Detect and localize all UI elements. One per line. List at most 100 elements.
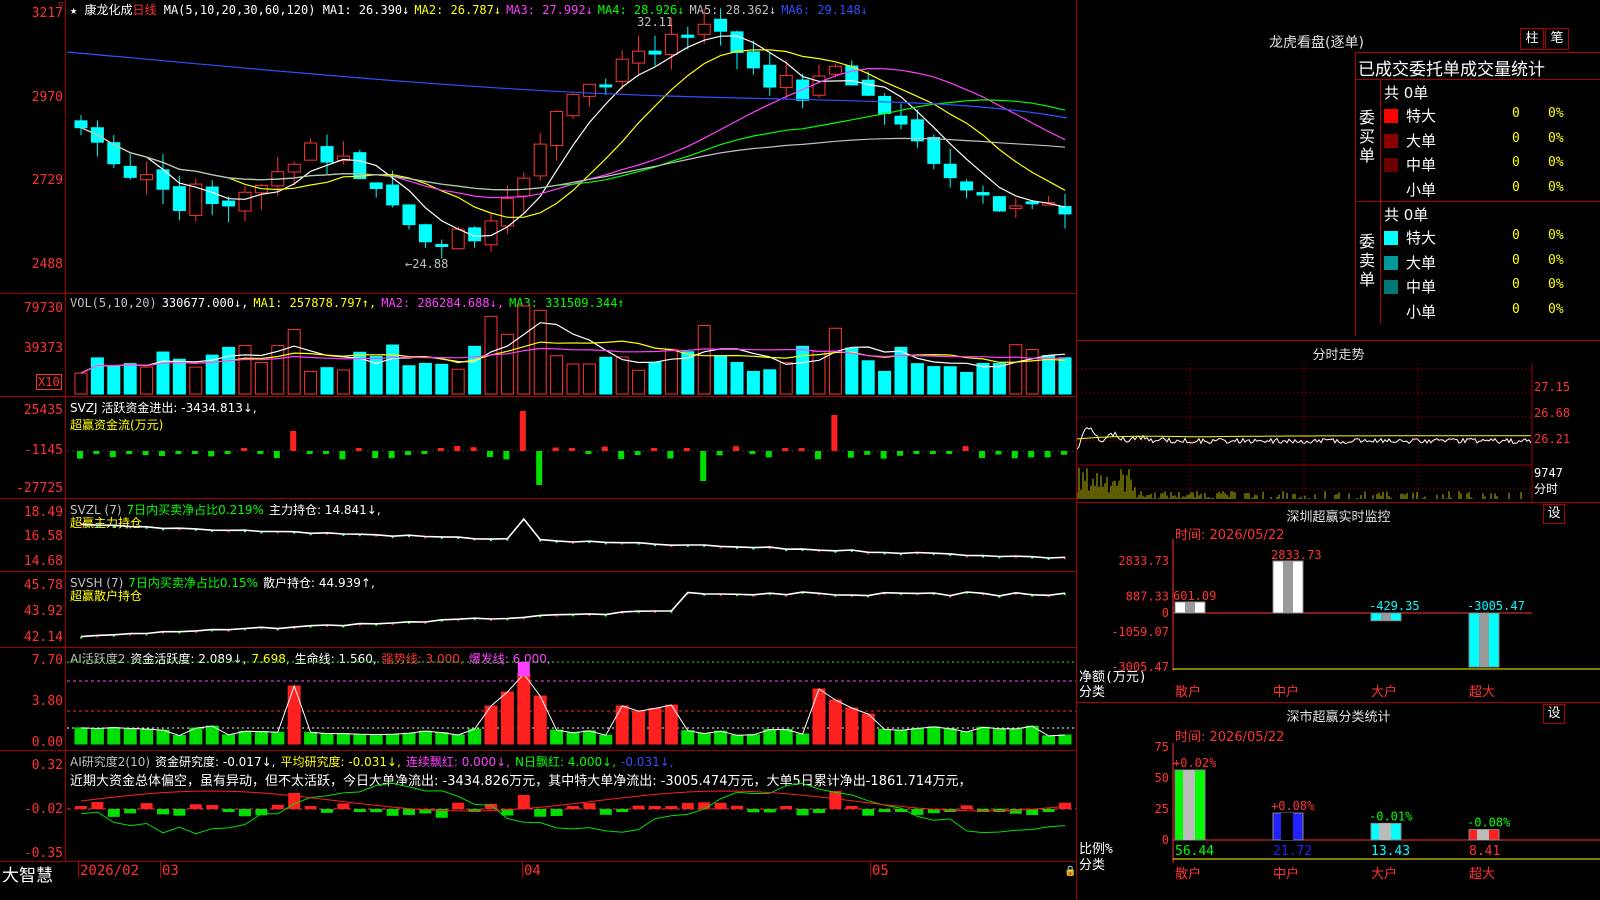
svzl-panel[interactable]: 18.49 16.58 14.68 SVZL (7) 7日内买卖净占比0.219%… bbox=[0, 499, 1076, 572]
buy-row: 大单 0 0% bbox=[1382, 129, 1600, 153]
monitor-bar-shade bbox=[1185, 601, 1195, 613]
research-bar bbox=[255, 809, 268, 816]
activity-bar bbox=[1058, 734, 1072, 745]
svzj-panel[interactable]: 25435 -1145 -27725 SVZJ 活跃资金进出: -3434.81… bbox=[0, 397, 1076, 499]
ai-activity-chart[interactable] bbox=[67, 648, 1076, 751]
candlestick-chart[interactable]: 32.11 ←24.88 bbox=[67, 0, 1076, 294]
color-swatch bbox=[1384, 255, 1398, 270]
svsh-tick: 45.78 bbox=[23, 578, 63, 593]
sell-total: 共 0单 bbox=[1384, 206, 1429, 224]
sell-row-count: 0 bbox=[1512, 277, 1520, 292]
class-category: 大户 bbox=[1371, 866, 1397, 882]
research-bar bbox=[681, 802, 694, 809]
ai-research-chart[interactable] bbox=[67, 751, 1076, 862]
class-category: 超大 bbox=[1469, 867, 1495, 882]
class-category: 散户 bbox=[1175, 866, 1201, 882]
color-swatch bbox=[1384, 183, 1398, 197]
candle-body bbox=[500, 197, 514, 227]
volume-bar bbox=[336, 369, 350, 395]
ai-activity-panel[interactable]: 7.70 3.80 0.00 AI活跃度2 资金活跃度: 2.089↓, 7.698… bbox=[0, 648, 1076, 751]
brand-logo[interactable]: 大智慧 bbox=[2, 861, 53, 886]
monitor-section[interactable]: 深圳超赢实时监控 设 时间: 2026/05/22 2833.73 887.33 0… bbox=[1077, 502, 1600, 702]
buy-side: 委买单 共 0单 特大 0 0% 大单 0 0% 中单 0 0% 小单 0 0% bbox=[1356, 80, 1600, 202]
activity-bar bbox=[615, 705, 629, 745]
order-title: 已成交委托单成交量统计 bbox=[1358, 60, 1545, 80]
monitor-category-label: 分类 bbox=[1079, 685, 1105, 700]
intraday-chart[interactable]: 27.15 26.68 26.21 9747 分时 bbox=[1077, 363, 1600, 503]
buy-row: 特大 0 0% bbox=[1382, 104, 1600, 128]
fund-flow-bar bbox=[716, 451, 723, 456]
pen-view-button[interactable]: 笔 bbox=[1545, 28, 1569, 50]
buy-row: 中单 0 0% bbox=[1382, 153, 1600, 177]
bar-view-button[interactable]: 柱 bbox=[1520, 28, 1544, 50]
fund-flow-bar bbox=[109, 451, 116, 458]
volume-chart[interactable] bbox=[67, 294, 1076, 397]
monitor-chart[interactable]: 2833.73 887.33 0 -1059.07 -3005.47 601.09 2833… bbox=[1077, 503, 1600, 703]
sell-row-pct: 0% bbox=[1548, 228, 1564, 243]
main-chart-area[interactable]: 3217 2970 2729 2488 ★ ▫ 康龙化成日线 MA(5,10,2… bbox=[0, 0, 1076, 900]
activity-bar bbox=[976, 726, 990, 745]
buy-label: 委买单 bbox=[1359, 108, 1376, 165]
fund-flow-bar bbox=[142, 451, 149, 456]
volume-bar bbox=[1009, 344, 1023, 395]
volume-bar bbox=[123, 363, 137, 395]
activity-bar bbox=[500, 691, 514, 745]
ai-research-panel[interactable]: 0.32 -0.02 -0.35 AI研究度2(10) 资金研究度: -0.017… bbox=[0, 751, 1076, 862]
fund-flow-bar bbox=[929, 451, 936, 454]
menu-icon[interactable]: ▫ bbox=[58, 0, 63, 9]
svsh-panel[interactable]: 45.78 43.92 42.14 SVSH (7) 7日内买卖净占比0.15% 散… bbox=[0, 572, 1076, 648]
svsh-tick: 42.14 bbox=[23, 630, 63, 645]
activity-bar bbox=[107, 727, 121, 745]
volume-bar bbox=[976, 362, 990, 395]
candle-body bbox=[123, 165, 137, 178]
price-panel[interactable]: 3217 2970 2729 2488 ★ ▫ 康龙化成日线 MA(5,10,2… bbox=[0, 0, 1076, 294]
monitor-value-label: -429.35 bbox=[1369, 599, 1420, 613]
buy-row-count: 0 bbox=[1512, 155, 1520, 170]
candle-body bbox=[74, 120, 88, 129]
lock-icon[interactable]: 🔒 bbox=[1064, 866, 1076, 877]
main-holding-chart[interactable] bbox=[67, 499, 1076, 572]
monitor-tick: 887.33 bbox=[1126, 590, 1169, 604]
retail-holding-chart[interactable] bbox=[67, 572, 1076, 648]
fund-flow-bar bbox=[175, 451, 182, 454]
candle-body bbox=[107, 142, 121, 165]
research-bar bbox=[403, 809, 415, 815]
activity-bar bbox=[435, 732, 449, 745]
class-change-label: -0.08% bbox=[1467, 816, 1511, 830]
research-bar bbox=[780, 806, 793, 809]
fund-flow-bar bbox=[454, 445, 461, 451]
volume-bar bbox=[238, 345, 252, 395]
volume-bar bbox=[763, 369, 777, 395]
class-chart[interactable]: 75 50 25 0 +0.02% 56.44 +0.08% 21.72 -0.01% 13.43… bbox=[1077, 703, 1600, 900]
volume-bar bbox=[287, 329, 301, 395]
activity-bar bbox=[222, 734, 236, 745]
activity-bar bbox=[90, 727, 104, 745]
monitor-category: 散户 bbox=[1175, 684, 1201, 700]
volume-bar bbox=[386, 344, 400, 395]
fund-flow-bar bbox=[437, 448, 444, 451]
candle-body bbox=[1058, 206, 1072, 215]
candle-body bbox=[599, 84, 613, 88]
fund-flow-bar bbox=[273, 451, 280, 459]
volume-panel[interactable]: 79730 39373 X10 VOL(5,10,20) 330677.000↓,… bbox=[0, 294, 1076, 397]
class-section[interactable]: 深市超赢分类统计 设 时间: 2026/05/22 75 50 25 0 +0.02% 5… bbox=[1077, 702, 1600, 900]
activity-bar bbox=[697, 733, 711, 745]
volume-bar bbox=[730, 361, 744, 395]
monitor-category: 大户 bbox=[1371, 684, 1397, 700]
research-bar bbox=[452, 802, 465, 809]
activity-bar bbox=[287, 685, 301, 745]
fund-flow-chart[interactable] bbox=[67, 397, 1076, 499]
candle-body bbox=[533, 143, 547, 177]
intraday-tick: 26.21 bbox=[1534, 432, 1570, 446]
intraday-section[interactable]: 分时走势 27.15 26.68 26.21 9747 分时 bbox=[1077, 340, 1600, 503]
candle-body bbox=[927, 137, 941, 164]
fund-flow-bar bbox=[1028, 451, 1035, 458]
color-swatch bbox=[1384, 158, 1398, 172]
volume-bar bbox=[894, 346, 908, 395]
candle-body bbox=[550, 110, 564, 147]
class-bar-shade bbox=[1281, 813, 1293, 840]
monitor-value-label: 601.09 bbox=[1173, 589, 1216, 603]
candle-body bbox=[369, 182, 383, 189]
monitor-bar-shade bbox=[1381, 613, 1391, 621]
monitor-value-label: -3005.47 bbox=[1467, 599, 1525, 613]
